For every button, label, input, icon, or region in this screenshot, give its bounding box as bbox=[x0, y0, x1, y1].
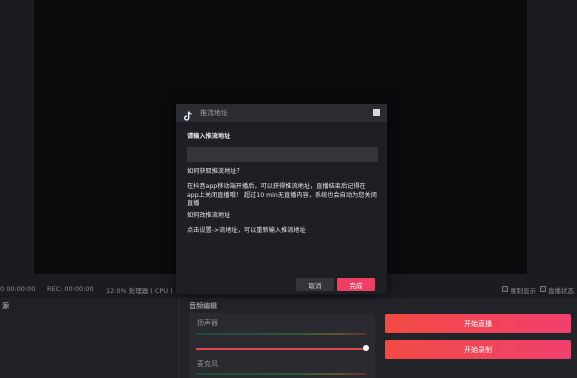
push-url-input[interactable] bbox=[187, 147, 378, 162]
mic-level-meter bbox=[196, 373, 366, 375]
stream-timer: 0 00:00:00 bbox=[0, 285, 36, 293]
audio-mixer: 扬声器 麦克风 bbox=[189, 313, 375, 378]
speaker-label: 扬声器 bbox=[197, 319, 218, 327]
input-prompt: 请输入推流地址 bbox=[187, 133, 231, 140]
mic-label: 麦克风 bbox=[197, 360, 218, 368]
live-status-checkbox[interactable] bbox=[540, 286, 546, 292]
faq-question-1: 如何获取推流地址？ bbox=[187, 168, 243, 175]
dialog-header: 推流地址 bbox=[176, 104, 387, 122]
faq-question-2: 如何改推流地址 bbox=[187, 212, 231, 219]
faq-answer-1: 在抖音app移动端开播后，可以获得推流地址，直播结束后记得在app上关闭直播哦！… bbox=[187, 183, 377, 208]
cancel-button[interactable]: 取消 bbox=[296, 278, 334, 291]
sources-title: 源 bbox=[2, 302, 9, 310]
confirm-button[interactable]: 完成 bbox=[337, 278, 375, 291]
audio-edit-title: 音频编辑 bbox=[189, 302, 217, 310]
close-icon[interactable] bbox=[373, 109, 380, 116]
dialog-title: 推流地址 bbox=[200, 109, 228, 117]
start-live-button[interactable]: 开始直播 bbox=[385, 314, 571, 333]
live-status-label: 直播状态 bbox=[548, 287, 574, 295]
tiktok-logo-icon bbox=[183, 107, 193, 121]
record-display-label: 录制显示 bbox=[510, 287, 536, 295]
faq-answer-2: 点击设置->流地址，可以重新输入推流地址 bbox=[187, 227, 306, 234]
speaker-slider-handle[interactable] bbox=[363, 345, 369, 351]
speaker-level-meter bbox=[196, 333, 366, 335]
sources-panel: 源 bbox=[0, 298, 179, 378]
push-url-dialog: 推流地址 请输入推流地址 如何获取推流地址？ 在抖音app移动端开播后，可以获得… bbox=[176, 104, 387, 294]
record-display-checkbox[interactable] bbox=[502, 286, 508, 292]
cpu-usage: 12.0% 处理器 ( CPU ) bbox=[106, 287, 173, 295]
speaker-volume-slider[interactable] bbox=[196, 348, 366, 350]
start-record-button[interactable]: 开始录制 bbox=[385, 340, 571, 359]
rec-timer: REC: 00:00:00 bbox=[47, 285, 94, 293]
